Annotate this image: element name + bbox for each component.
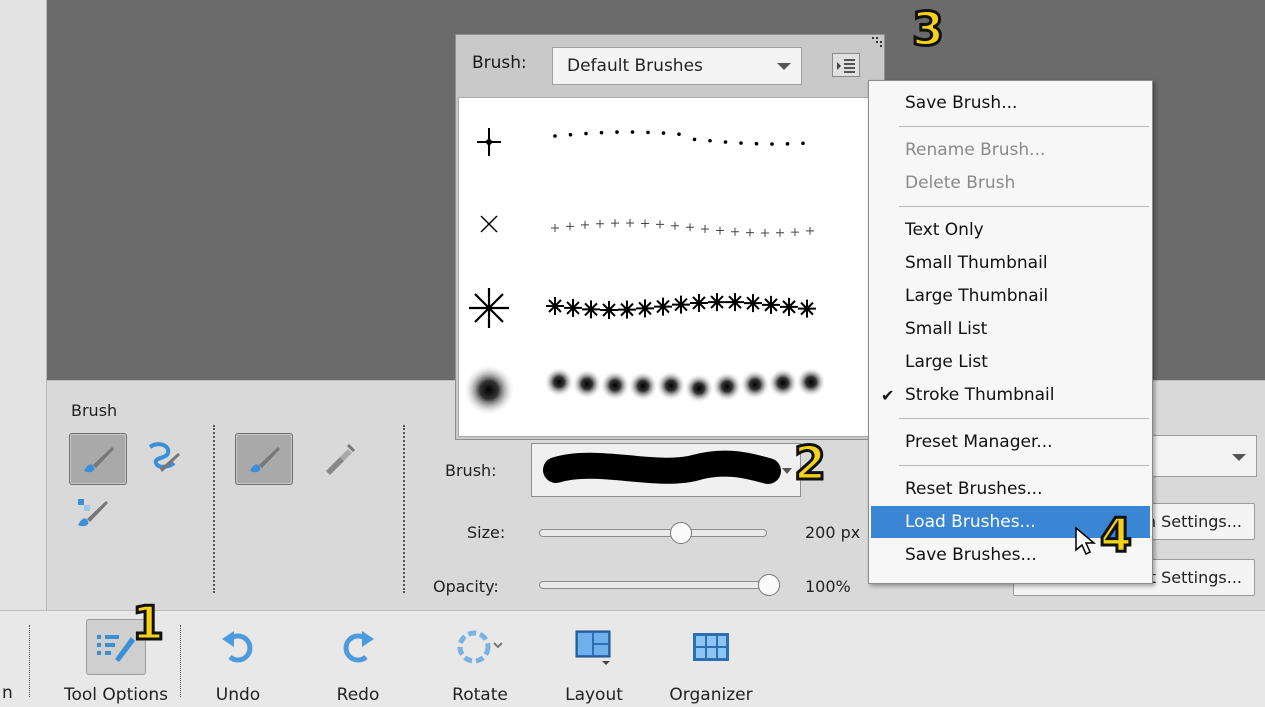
brush-library-label: Brush:	[472, 53, 527, 73]
redo-icon	[328, 619, 388, 675]
redo-button[interactable]: Redo	[318, 619, 398, 707]
rotate-label: Rotate	[452, 685, 508, 705]
menu-item-label: Delete Brush	[905, 173, 1016, 193]
airbrush-icon	[326, 443, 356, 475]
truncated-label: n	[2, 683, 13, 703]
menu-item-label: Save Brush...	[905, 93, 1018, 113]
redo-label: Redo	[336, 685, 380, 705]
resize-grip-icon[interactable]	[870, 35, 884, 49]
brush-library-dropdown[interactable]: Default Brushes	[552, 47, 802, 85]
menu-item-small-list[interactable]: Small List	[871, 313, 1150, 345]
layout-label: Layout	[565, 685, 623, 705]
color-replacement-icon	[78, 499, 108, 527]
bottom-taskbar: n Tool Options Undo Redo Rotate Layout O…	[0, 610, 1265, 707]
brush-preset-item[interactable]	[459, 266, 881, 350]
rotate-button[interactable]: Rotate	[438, 619, 522, 707]
menu-item-large-thumbnail[interactable]: Large Thumbnail	[871, 280, 1150, 312]
chevron-down-icon	[782, 468, 792, 474]
brush-mode-button[interactable]	[235, 433, 293, 485]
layout-button[interactable]: Layout	[554, 619, 634, 707]
size-value: 200 px	[805, 523, 861, 542]
impressionist-brush-tool[interactable]	[139, 439, 185, 479]
brush-stroke-thumbnail	[463, 364, 826, 416]
brush-preset-item[interactable]	[459, 182, 881, 266]
impressionist-brush-icon	[148, 442, 180, 472]
brush-preset-item[interactable]	[459, 98, 881, 182]
chevron-down-icon	[1232, 454, 1246, 461]
menu-item-label: Preset Manager...	[905, 432, 1053, 452]
menu-separator	[899, 465, 1149, 466]
layout-icon	[564, 619, 624, 675]
size-slider-thumb[interactable]	[670, 522, 693, 544]
menu-item-delete-brush: Delete Brush	[871, 167, 1150, 199]
divider	[29, 625, 30, 697]
brush-panel-menu-button[interactable]	[832, 53, 860, 77]
menu-item-label: Small Thumbnail	[905, 253, 1048, 273]
menu-item-stroke-thumbnail[interactable]: ✔ Stroke Thumbnail	[871, 379, 1150, 411]
organizer-label: Organizer	[669, 685, 753, 705]
menu-item-small-thumbnail[interactable]: Small Thumbnail	[871, 247, 1150, 279]
menu-item-preset-manager[interactable]: Preset Manager...	[871, 426, 1150, 458]
menu-item-large-list[interactable]: Large List	[871, 346, 1150, 378]
airbrush-mode-button[interactable]	[315, 439, 361, 479]
opacity-value: 100%	[805, 577, 851, 596]
brush-icon	[84, 447, 114, 473]
brush-icon	[250, 447, 280, 473]
opacity-slider-thumb[interactable]	[758, 574, 780, 596]
menu-item-save-brush[interactable]: Save Brush...	[871, 87, 1150, 119]
divider	[213, 425, 215, 593]
brush-picker-header: Brush: Default Brushes	[456, 35, 884, 95]
size-label: Size:	[467, 523, 506, 542]
menu-item-label: Large Thumbnail	[905, 286, 1049, 306]
brush-preset-picker[interactable]	[531, 443, 801, 497]
menu-item-label: Large List	[905, 352, 988, 372]
brush-stroke-preview	[543, 450, 781, 484]
menu-item-label: Save Brushes...	[905, 545, 1037, 565]
brush-picker-popup: Brush: Default Brushes	[455, 34, 885, 440]
checkmark-icon: ✔	[881, 385, 895, 405]
undo-label: Undo	[215, 685, 261, 705]
menu-item-label: Reset Brushes...	[905, 479, 1043, 499]
chevron-down-icon	[777, 63, 791, 70]
size-slider[interactable]	[539, 522, 767, 544]
callout-4: 4	[1098, 508, 1133, 562]
divider	[403, 425, 405, 593]
mouse-cursor-icon	[1075, 526, 1097, 556]
menu-separator	[899, 126, 1149, 127]
undo-button[interactable]: Undo	[198, 619, 278, 707]
brush-preset-item[interactable]	[459, 350, 881, 434]
menu-item-reset-brushes[interactable]: Reset Brushes...	[871, 473, 1150, 505]
menu-item-rename-brush: Rename Brush...	[871, 134, 1150, 166]
brush-section-label: Brush	[71, 401, 118, 420]
menu-item-text-only[interactable]: Text Only	[871, 214, 1150, 246]
color-replacement-tool[interactable]	[71, 493, 117, 533]
callout-1: 1	[130, 596, 165, 650]
undo-icon	[208, 619, 268, 675]
rotate-icon	[450, 619, 510, 675]
organizer-button[interactable]: Organizer	[656, 619, 766, 707]
menu-separator	[899, 418, 1149, 419]
menu-item-label: Text Only	[905, 220, 984, 240]
opacity-label: Opacity:	[433, 577, 499, 596]
brush-library-value: Default Brushes	[567, 56, 703, 76]
menu-item-label: Load Brushes...	[905, 512, 1036, 532]
opacity-slider[interactable]	[539, 574, 780, 596]
menu-item-label: Small List	[905, 319, 988, 339]
organizer-icon	[681, 619, 741, 675]
divider	[180, 625, 181, 697]
brush-stroke-thumbnail	[477, 128, 805, 156]
brush-stroke-thumbnail	[469, 288, 816, 328]
brush-tool-button[interactable]	[69, 433, 127, 485]
brush-thumbnail-list	[458, 97, 882, 437]
left-panel-strip	[0, 0, 47, 610]
menu-separator	[899, 206, 1149, 207]
callout-2: 2	[792, 436, 827, 490]
menu-item-label: Rename Brush...	[905, 140, 1046, 160]
callout-3: 3	[910, 2, 945, 56]
brush-preset-label: Brush:	[445, 461, 497, 480]
menu-item-label: Stroke Thumbnail	[905, 385, 1055, 405]
brush-stroke-thumbnail	[480, 215, 814, 237]
tool-options-label: Tool Options	[63, 685, 169, 705]
panel-menu-icon	[837, 59, 855, 73]
